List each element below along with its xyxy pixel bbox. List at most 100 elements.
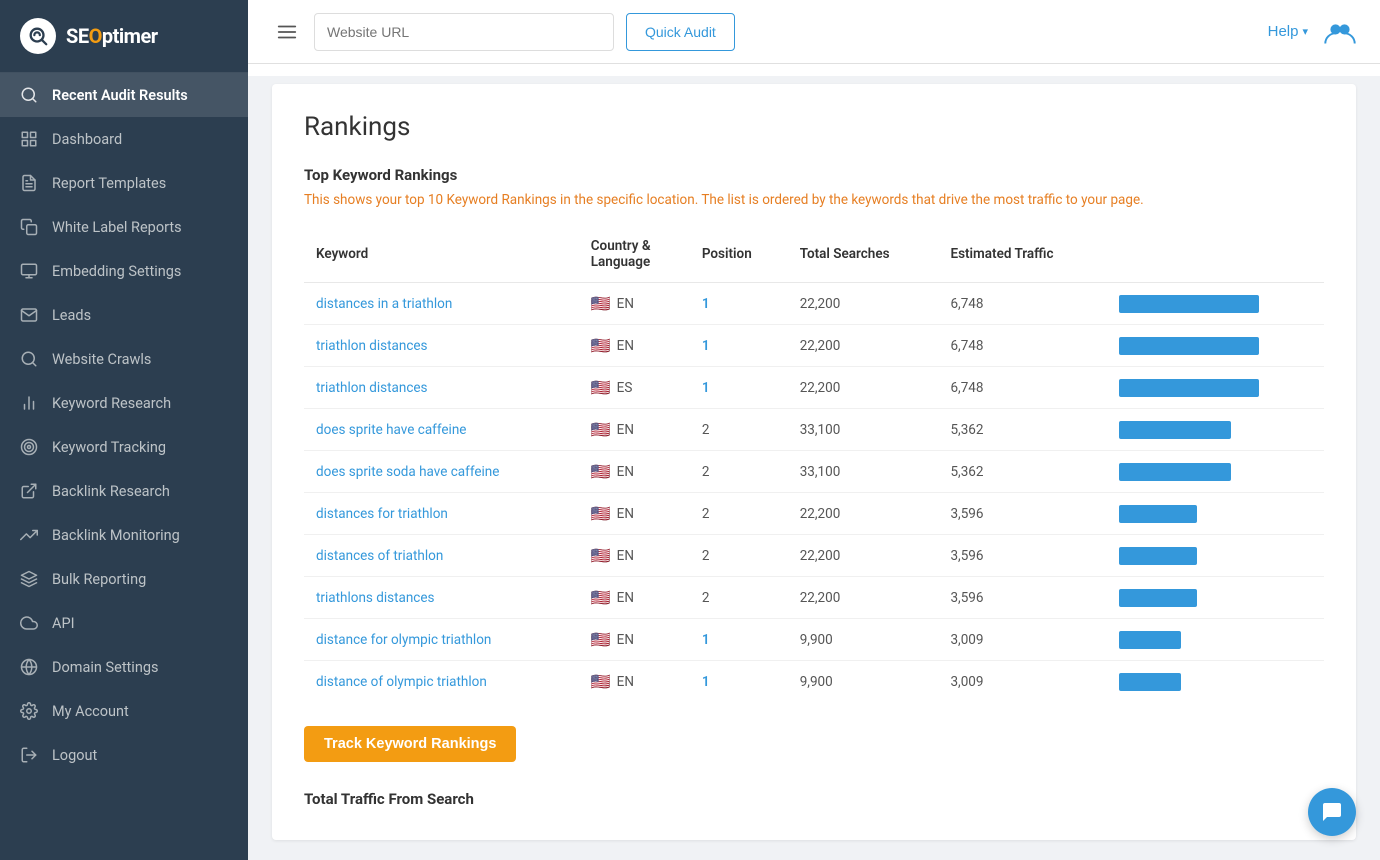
flag-icon: 🇺🇸 xyxy=(591,378,611,397)
cell-keyword[interactable]: does sprite have caffeine xyxy=(304,409,579,451)
rankings-table: Keyword Country &Language Position Total… xyxy=(304,230,1324,702)
cell-position: 1 xyxy=(690,619,788,661)
cell-keyword[interactable]: does sprite soda have caffeine xyxy=(304,451,579,493)
cell-total-searches: 22,200 xyxy=(788,367,939,409)
cell-keyword[interactable]: distances for triathlon xyxy=(304,493,579,535)
user-icon-button[interactable] xyxy=(1324,16,1356,48)
page-title: Rankings xyxy=(304,112,1324,142)
traffic-bar xyxy=(1119,379,1259,397)
traffic-bar xyxy=(1119,547,1197,565)
table-row: triathlon distances 🇺🇸 ES 1 22,200 6,748 xyxy=(304,367,1324,409)
cell-keyword[interactable]: distance for olympic triathlon xyxy=(304,619,579,661)
bar-chart-icon xyxy=(20,394,38,412)
sidebar-item-api[interactable]: API xyxy=(0,601,248,645)
target-icon xyxy=(20,438,38,456)
track-keyword-rankings-button[interactable]: Track Keyword Rankings xyxy=(304,726,516,762)
logo-text: SEOptimer xyxy=(66,24,158,48)
quick-audit-button[interactable]: Quick Audit xyxy=(626,13,735,51)
table-row: does sprite soda have caffeine 🇺🇸 EN 2 3… xyxy=(304,451,1324,493)
cell-bar xyxy=(1107,409,1324,451)
sidebar-label-backlink-research: Backlink Research xyxy=(52,483,170,500)
sidebar-label-my-account: My Account xyxy=(52,703,129,720)
sidebar-item-leads[interactable]: Leads xyxy=(0,293,248,337)
traffic-bar xyxy=(1119,295,1259,313)
sidebar-item-dashboard[interactable]: Dashboard xyxy=(0,117,248,161)
language-code: EN xyxy=(617,632,634,648)
sidebar-item-embedding-settings[interactable]: Embedding Settings xyxy=(0,249,248,293)
total-traffic-title: Total Traffic From Search xyxy=(304,790,1324,808)
cell-country-language: 🇺🇸 EN xyxy=(579,619,690,661)
traffic-bar xyxy=(1119,673,1181,691)
cell-keyword[interactable]: distances of triathlon xyxy=(304,535,579,577)
language-code: EN xyxy=(617,338,634,354)
cell-country-language: 🇺🇸 EN xyxy=(579,493,690,535)
url-input[interactable] xyxy=(314,13,614,51)
table-row: distance of olympic triathlon 🇺🇸 EN 1 9,… xyxy=(304,661,1324,703)
cell-keyword[interactable]: distances in a triathlon xyxy=(304,283,579,325)
flag-icon: 🇺🇸 xyxy=(591,672,611,691)
col-header-keyword: Keyword xyxy=(304,230,579,283)
cell-country-language: 🇺🇸 EN xyxy=(579,577,690,619)
language-code: EN xyxy=(617,506,634,522)
cell-keyword[interactable]: triathlon distances xyxy=(304,367,579,409)
cell-total-searches: 22,200 xyxy=(788,535,939,577)
cell-country-language: 🇺🇸 EN xyxy=(579,535,690,577)
col-header-position: Position xyxy=(690,230,788,283)
language-code: EN xyxy=(617,422,634,438)
topbar-right: Help ▾ xyxy=(1268,16,1356,48)
cell-keyword[interactable]: triathlons distances xyxy=(304,577,579,619)
cell-position: 2 xyxy=(690,577,788,619)
table-row: triathlons distances 🇺🇸 EN 2 22,200 3,59… xyxy=(304,577,1324,619)
cell-bar xyxy=(1107,283,1324,325)
sidebar-item-backlink-monitoring[interactable]: Backlink Monitoring xyxy=(0,513,248,557)
sidebar-item-recent-audit-results[interactable]: Recent Audit Results xyxy=(0,73,248,117)
sidebar-logo: SEOptimer xyxy=(0,0,248,73)
sidebar-label-bulk-reporting: Bulk Reporting xyxy=(52,571,146,588)
cell-keyword[interactable]: distance of olympic triathlon xyxy=(304,661,579,703)
sidebar-item-keyword-tracking[interactable]: Keyword Tracking xyxy=(0,425,248,469)
sidebar-item-my-account[interactable]: My Account xyxy=(0,689,248,733)
globe-icon xyxy=(20,658,38,676)
sidebar-label-recent-audit-results: Recent Audit Results xyxy=(52,87,188,104)
chat-icon xyxy=(1320,800,1344,824)
mail-icon xyxy=(20,306,38,324)
sidebar-item-bulk-reporting[interactable]: Bulk Reporting xyxy=(0,557,248,601)
sidebar-label-white-label-reports: White Label Reports xyxy=(52,219,182,236)
table-row: distances of triathlon 🇺🇸 EN 2 22,200 3,… xyxy=(304,535,1324,577)
sidebar-item-keyword-research[interactable]: Keyword Research xyxy=(0,381,248,425)
sidebar-item-website-crawls[interactable]: Website Crawls xyxy=(0,337,248,381)
topbar: Quick Audit Help ▾ xyxy=(248,0,1380,64)
monitor-icon xyxy=(20,262,38,280)
traffic-bar xyxy=(1119,337,1259,355)
sidebar-label-dashboard: Dashboard xyxy=(52,131,122,148)
sidebar-item-white-label-reports[interactable]: White Label Reports xyxy=(0,205,248,249)
cell-estimated-traffic: 3,009 xyxy=(938,661,1106,703)
cell-bar xyxy=(1107,661,1324,703)
cell-bar xyxy=(1107,367,1324,409)
cell-bar xyxy=(1107,451,1324,493)
search-circle-icon xyxy=(20,350,38,368)
hamburger-button[interactable] xyxy=(272,17,302,47)
cell-total-searches: 22,200 xyxy=(788,283,939,325)
cell-country-language: 🇺🇸 ES xyxy=(579,367,690,409)
cell-keyword[interactable]: triathlon distances xyxy=(304,325,579,367)
sidebar-item-backlink-research[interactable]: Backlink Research xyxy=(0,469,248,513)
cell-country-language: 🇺🇸 EN xyxy=(579,325,690,367)
sidebar: SEOptimer Recent Audit Results Dashboard… xyxy=(0,0,248,860)
cell-country-language: 🇺🇸 EN xyxy=(579,409,690,451)
trending-up-icon xyxy=(20,526,38,544)
table-row: distances in a triathlon 🇺🇸 EN 1 22,200 … xyxy=(304,283,1324,325)
layers-icon xyxy=(20,570,38,588)
sidebar-item-report-templates[interactable]: Report Templates xyxy=(0,161,248,205)
sidebar-item-logout[interactable]: Logout xyxy=(0,733,248,777)
table-row: does sprite have caffeine 🇺🇸 EN 2 33,100… xyxy=(304,409,1324,451)
cell-estimated-traffic: 5,362 xyxy=(938,451,1106,493)
sidebar-item-domain-settings[interactable]: Domain Settings xyxy=(0,645,248,689)
col-header-bar xyxy=(1107,230,1324,283)
help-button[interactable]: Help ▾ xyxy=(1268,23,1308,40)
flag-icon: 🇺🇸 xyxy=(591,294,611,313)
sidebar-label-logout: Logout xyxy=(52,747,97,764)
chat-bubble-button[interactable] xyxy=(1308,788,1356,836)
cell-country-language: 🇺🇸 EN xyxy=(579,661,690,703)
sidebar-label-keyword-tracking: Keyword Tracking xyxy=(52,439,166,456)
